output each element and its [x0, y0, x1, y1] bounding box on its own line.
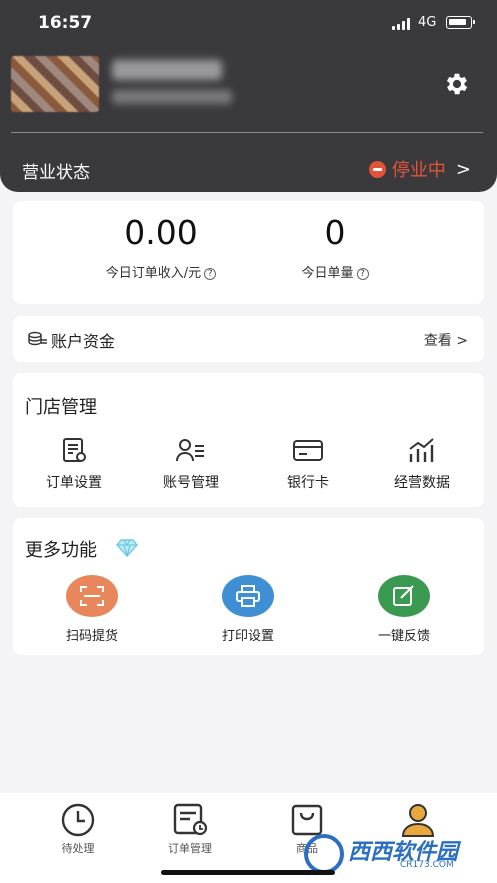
- funds-label: 账户资金: [51, 332, 116, 351]
- order-settings-button[interactable]: 订单设置: [19, 436, 129, 492]
- clock-icon: [61, 803, 95, 837]
- store-management-card: 门店管理 订单设置 账号管理 银行卡 经营数据: [13, 373, 484, 507]
- tab-order-manage[interactable]: 订单管理: [140, 803, 240, 856]
- print-settings-button[interactable]: 打印设置: [188, 575, 308, 644]
- printer-icon: [222, 575, 274, 617]
- business-status-value: 停业中: [391, 160, 446, 181]
- print-settings-label: 打印设置: [221, 629, 274, 644]
- order-settings-label: 订单设置: [46, 475, 102, 491]
- feedback-label: 一键反馈: [377, 629, 430, 644]
- signal-icon: [392, 18, 412, 30]
- business-status-toggle[interactable]: 停业中 >: [368, 156, 471, 182]
- store-management-title: 门店管理: [25, 397, 97, 418]
- account-manage-label: 账号管理: [163, 475, 219, 491]
- income-value: 0.00: [124, 213, 198, 252]
- battery-icon: [446, 16, 475, 29]
- watermark-sub: CR173.COM: [400, 860, 454, 870]
- status-bar: 16:57 4G: [0, 0, 497, 44]
- store-avatar[interactable]: [11, 56, 99, 112]
- help-icon[interactable]: ?: [204, 268, 217, 280]
- scan-pickup-label: 扫码提货: [65, 629, 118, 644]
- store-header: 16:57 4G 营业状态 停业中 >: [0, 0, 497, 192]
- chevron-right-icon: >: [455, 158, 471, 180]
- income-label-wrap: 今日订单收入/元?: [61, 262, 261, 281]
- account-manage-button[interactable]: 账号管理: [136, 436, 246, 492]
- scan-icon: [66, 575, 118, 617]
- gear-icon[interactable]: [443, 70, 471, 98]
- tab-pending-label: 待处理: [61, 842, 95, 855]
- home-indicator[interactable]: [161, 870, 335, 875]
- scan-pickup-button[interactable]: 扫码提货: [32, 575, 152, 644]
- more-functions-card: 更多功能 扫码提货 打印设置 一键反馈: [13, 518, 484, 655]
- account-funds-row[interactable]: 账户资金 查看 >: [13, 316, 484, 362]
- business-status-label: 营业状态: [22, 163, 90, 183]
- funds-view-link[interactable]: 查看 >: [424, 330, 468, 350]
- diamond-icon: [116, 539, 138, 557]
- business-data-icon: [409, 438, 434, 462]
- tab-order-manage-label: 订单管理: [168, 842, 212, 855]
- income-label: 今日订单收入/元: [105, 266, 202, 281]
- feedback-icon: [378, 575, 430, 617]
- switch-store-blurred[interactable]: [112, 90, 232, 104]
- orders-label: 今日单量: [301, 266, 354, 281]
- feedback-button[interactable]: 一键反馈: [344, 575, 464, 644]
- bank-card-button[interactable]: 银行卡: [253, 436, 363, 492]
- help-icon[interactable]: ?: [356, 268, 369, 280]
- business-data-button[interactable]: 经营数据: [367, 436, 477, 492]
- tab-pending[interactable]: 待处理: [28, 803, 128, 856]
- status-time: 16:57: [38, 13, 93, 33]
- orders-label-wrap: 今日单量?: [235, 262, 435, 281]
- today-stats-card: 0.00 今日订单收入/元? 0 今日单量?: [13, 201, 484, 304]
- store-name-blurred: [112, 60, 222, 80]
- order-manage-icon: [173, 803, 208, 836]
- coins-icon: [28, 331, 47, 346]
- more-functions-title: 更多功能: [25, 540, 97, 561]
- order-settings-icon: [63, 438, 86, 462]
- business-data-label: 经营数据: [394, 475, 450, 491]
- orders-value: 0: [324, 213, 346, 252]
- header-divider: [11, 132, 483, 133]
- watermark-circle-icon: [304, 834, 344, 874]
- account-manage-icon: [176, 439, 204, 462]
- bank-card-label: 银行卡: [287, 475, 329, 491]
- bank-card-icon: [293, 440, 323, 461]
- network-type: 4G: [418, 15, 437, 30]
- funds-view-label: 查看: [423, 333, 452, 349]
- stop-icon: [368, 160, 386, 178]
